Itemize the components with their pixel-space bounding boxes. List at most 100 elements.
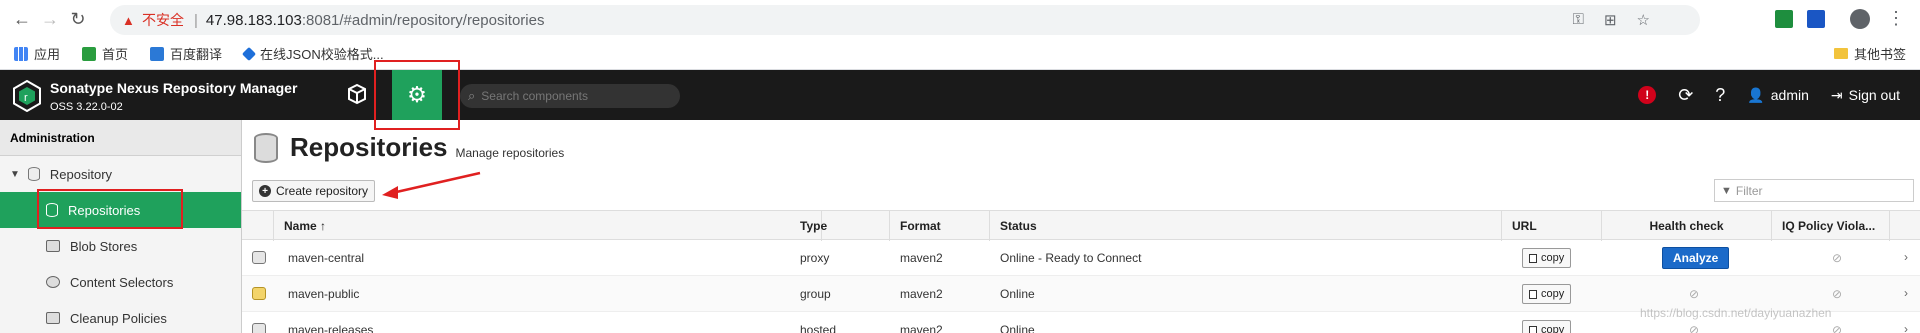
bookmark-other[interactable]: 其他书签: [1833, 44, 1906, 63]
column-header-status[interactable]: Status: [990, 211, 1502, 241]
app-version: OSS 3.22.0-02: [50, 101, 123, 113]
caret-down-icon[interactable]: ▼: [10, 169, 20, 180]
content-selector-icon: [46, 276, 60, 288]
create-repository-label: Create repository: [276, 184, 369, 198]
annotation-box-gear: [374, 60, 460, 130]
column-header-format[interactable]: Format: [890, 211, 990, 241]
star-icon[interactable]: ☆: [1637, 11, 1650, 29]
row-status: Online - Ready to Connect: [1000, 251, 1142, 265]
folder-icon: [1833, 48, 1848, 59]
column-header-health[interactable]: Health check: [1602, 211, 1772, 241]
sign-out-button[interactable]: ⇥ Sign out: [1831, 87, 1900, 104]
copy-url-button[interactable]: copy: [1522, 248, 1572, 268]
json-favicon-icon: [241, 46, 257, 61]
copy-icon: [1529, 289, 1537, 299]
sidebar-item-content-selectors[interactable]: Content Selectors: [0, 264, 241, 300]
column-header-url[interactable]: URL: [1502, 211, 1602, 241]
bookmark-apps-label: 应用: [34, 47, 61, 62]
row-health-cell: Analyze: [1652, 240, 1730, 276]
copy-label: copy: [1541, 288, 1565, 300]
copy-icon: [1529, 325, 1537, 333]
svg-text:r: r: [24, 92, 28, 104]
copy-label: copy: [1541, 252, 1565, 264]
copy-label: copy: [1541, 324, 1565, 333]
copy-icon: [1529, 253, 1537, 263]
user-icon: 👤: [1747, 86, 1765, 103]
sidebar-item-label: Content Selectors: [70, 274, 174, 290]
chevron-right-icon[interactable]: ›: [1904, 250, 1908, 264]
row-type: hosted: [800, 323, 837, 333]
row-format: maven2: [900, 251, 943, 265]
sidebar-group-label: Repository: [49, 166, 113, 182]
copy-url-button[interactable]: copy: [1522, 284, 1572, 304]
copy-url-button[interactable]: copy: [1522, 320, 1572, 333]
analyze-button[interactable]: Analyze: [1662, 247, 1730, 269]
alert-icon[interactable]: !: [1638, 86, 1657, 104]
hosted-repo-icon: [252, 323, 266, 333]
insecure-label: 不安全: [142, 12, 184, 28]
main-content: Repositories Manage repositories + Creat…: [242, 120, 1920, 333]
filter-box[interactable]: ▼: [1714, 179, 1914, 202]
not-available-icon: ⊘: [1689, 287, 1700, 301]
sidebar-heading: Administration: [0, 120, 241, 156]
row-type: group: [800, 287, 831, 301]
search-box[interactable]: ⌕: [460, 84, 680, 108]
app-title: Sonatype Nexus Repository Manager: [50, 80, 298, 96]
sidebar-item-blob-stores[interactable]: Blob Stores: [0, 228, 241, 264]
database-icon: [254, 133, 278, 163]
search-input[interactable]: [481, 89, 662, 103]
forward-arrow-icon[interactable]: →: [36, 5, 64, 33]
not-available-icon: ⊘: [1832, 287, 1843, 301]
chevron-right-icon[interactable]: ›: [1904, 322, 1908, 333]
app-header: r Sonatype Nexus Repository Manager OSS …: [0, 70, 1920, 120]
browser-menu-icon[interactable]: ⋮: [1887, 8, 1905, 29]
user-name: admin: [1770, 87, 1809, 103]
browser-toolbar: ← → ↻ ▲ 不安全 | 47.98.183.103 :8081/#admin…: [0, 0, 1920, 38]
bookmark-translate[interactable]: 百度翻译: [150, 44, 222, 63]
refresh-icon[interactable]: ⟳: [1678, 85, 1693, 106]
row-status: Online: [1000, 323, 1035, 333]
bookmark-apps[interactable]: 应用: [14, 44, 60, 63]
row-format: maven2: [900, 323, 943, 333]
annotation-box-repositories: [37, 189, 183, 229]
nexus-logo-icon[interactable]: r: [12, 80, 42, 112]
create-repository-button[interactable]: + Create repository: [252, 180, 376, 202]
browse-cube-icon[interactable]: [346, 83, 368, 105]
row-url-cell: copy: [1512, 276, 1572, 312]
not-available-icon: ⊘: [1832, 251, 1843, 265]
key-icon[interactable]: ⚿: [1573, 11, 1584, 29]
column-header-iq[interactable]: IQ Policy Viola...: [1772, 211, 1890, 241]
chevron-right-icon[interactable]: ›: [1904, 286, 1908, 300]
table-header: Name ↑ Type Format Status URL Health che…: [242, 210, 1920, 241]
blob-store-icon: [46, 240, 60, 252]
table-row[interactable]: maven-central proxy maven2 Online - Read…: [242, 240, 1920, 276]
extension-blue-icon[interactable]: [1807, 10, 1825, 28]
row-name: maven-central: [288, 251, 365, 265]
back-arrow-icon[interactable]: ←: [8, 5, 36, 33]
help-icon[interactable]: ?: [1715, 85, 1725, 106]
not-available-icon: ⊘: [1832, 323, 1843, 333]
user-menu[interactable]: 👤 admin: [1747, 87, 1809, 104]
broom-icon: [46, 312, 60, 324]
address-bar[interactable]: ▲ 不安全 | 47.98.183.103 :8081/#admin/repos…: [110, 5, 1700, 35]
database-icon: [27, 167, 40, 181]
row-type: proxy: [800, 251, 830, 265]
url-separator: |: [194, 11, 198, 29]
column-header-type[interactable]: Type: [790, 211, 890, 241]
bookmark-json[interactable]: 在线JSON校验格式...: [241, 44, 384, 63]
reload-icon[interactable]: ↻: [64, 5, 92, 33]
row-status: Online: [1000, 287, 1035, 301]
bookmark-translate-label: 百度翻译: [170, 47, 223, 62]
bookmark-home[interactable]: 首页: [82, 44, 128, 63]
sidebar-group-repository[interactable]: ▼ Repository: [0, 156, 241, 192]
sidebar-item-cleanup-policies[interactable]: Cleanup Policies: [0, 300, 241, 333]
extension-green-icon[interactable]: [1775, 10, 1793, 28]
filter-input[interactable]: [1735, 183, 1906, 198]
page-title-row: Repositories Manage repositories: [254, 132, 564, 163]
group-repo-icon: [252, 287, 266, 300]
sidebar-item-label: Cleanup Policies: [70, 310, 167, 326]
profile-avatar-icon[interactable]: [1850, 9, 1870, 29]
watermark-text: https://blog.csdn.net/dayiyuanazhen: [1640, 306, 1832, 320]
translate-icon[interactable]: ⊞: [1604, 11, 1617, 29]
column-header-name[interactable]: Name ↑: [274, 211, 822, 241]
